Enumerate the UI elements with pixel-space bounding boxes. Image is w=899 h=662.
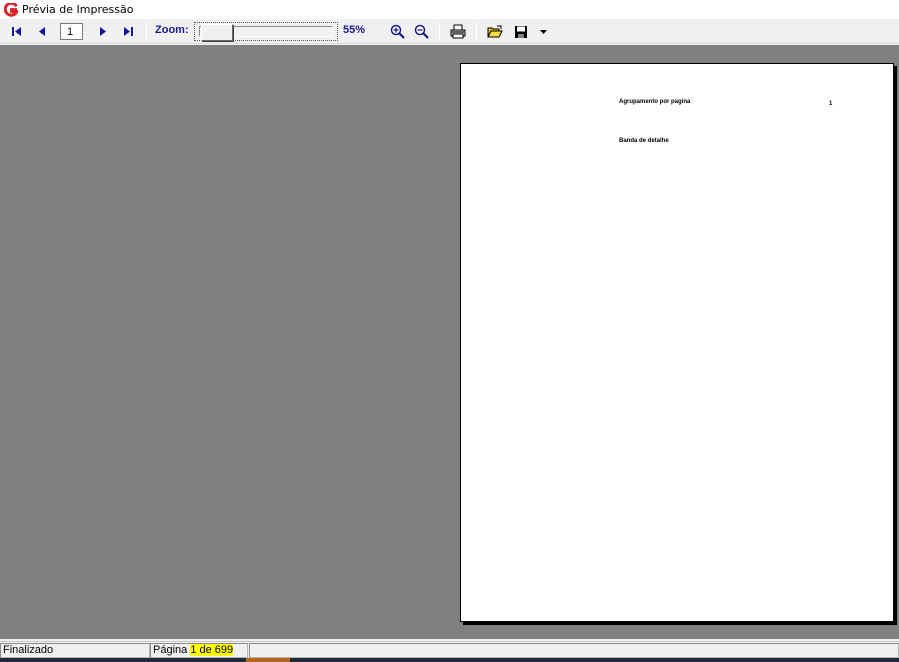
- save-floppy-icon: [515, 25, 527, 38]
- app-g-logo-icon: [4, 2, 18, 17]
- next-page-button[interactable]: [92, 19, 112, 44]
- zoom-out-icon: [414, 24, 429, 39]
- prev-page-icon: [38, 27, 45, 36]
- detail-band-text: Banda de detalhe: [619, 138, 669, 144]
- open-folder-icon: [487, 25, 503, 37]
- zoom-slider-thumb[interactable]: [201, 24, 233, 41]
- first-page-button[interactable]: [6, 19, 26, 44]
- zoom-value: 55%: [343, 24, 366, 36]
- preview-page: Agrupamento por pagina 1 Banda de detalh…: [460, 63, 894, 622]
- window-title: Prévia de Impressão: [22, 3, 134, 16]
- zoom-label: Zoom:: [155, 24, 189, 36]
- zoom-out-button[interactable]: [410, 19, 432, 44]
- group-header-text: Agrupamento por pagina: [619, 99, 691, 105]
- taskbar-strip: [0, 658, 899, 662]
- page-number-text: 1: [829, 101, 833, 107]
- last-page-icon: [123, 27, 133, 36]
- print-preview-area[interactable]: Agrupamento por pagina 1 Banda de detalh…: [0, 45, 899, 639]
- zoom-in-button[interactable]: [386, 19, 408, 44]
- zoom-in-icon: [390, 24, 405, 39]
- status-page-label: Página: [153, 644, 188, 656]
- next-page-icon: [99, 27, 106, 36]
- taskbar-accent: [246, 658, 290, 662]
- toolbar-separator: [476, 22, 477, 41]
- save-dropdown-button[interactable]: [536, 19, 550, 44]
- first-page-icon: [11, 27, 21, 36]
- open-button[interactable]: [484, 19, 506, 44]
- status-extra-panel: [249, 643, 899, 658]
- toolbar-separator: [439, 22, 440, 41]
- page-number-input[interactable]: [60, 23, 83, 40]
- status-page-count: 1 de 699: [190, 644, 234, 656]
- toolbar: Zoom: 55%: [0, 19, 899, 44]
- toolbar-separator: [146, 22, 147, 41]
- print-button[interactable]: [446, 19, 470, 44]
- last-page-button[interactable]: [118, 19, 138, 44]
- title-bar: Prévia de Impressão: [0, 0, 899, 19]
- printer-icon: [450, 24, 466, 39]
- status-bar: Finalizado Página 1 de 699: [0, 641, 899, 658]
- zoom-slider[interactable]: [194, 22, 338, 41]
- chevron-down-icon: [539, 29, 547, 34]
- prev-page-button[interactable]: [32, 19, 52, 44]
- status-state-text: Finalizado: [3, 644, 54, 656]
- status-state: Finalizado: [0, 643, 150, 658]
- status-page-info: Página 1 de 699: [150, 643, 248, 658]
- save-button[interactable]: [510, 19, 532, 44]
